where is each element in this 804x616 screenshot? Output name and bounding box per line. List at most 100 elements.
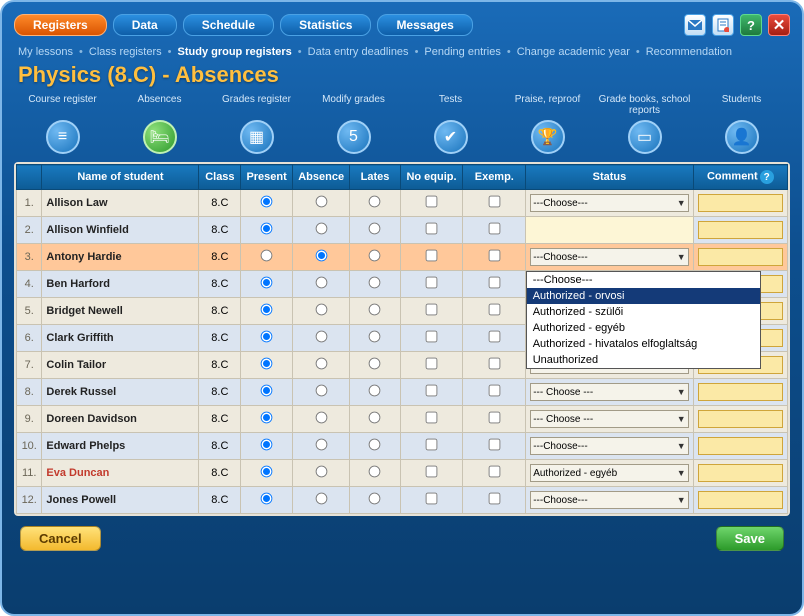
absence-radio[interactable] [315,331,327,343]
exemp-checkbox[interactable] [488,385,500,397]
save-button[interactable]: Save [716,526,784,551]
lates-radio[interactable] [369,304,381,316]
dropdown-option[interactable]: Unauthorized [527,352,760,368]
comment-input[interactable] [698,410,783,428]
exemp-checkbox[interactable] [488,223,500,235]
present-radio[interactable] [261,385,273,397]
present-radio[interactable] [261,412,273,424]
noequip-checkbox[interactable] [426,331,438,343]
exemp-checkbox[interactable] [488,277,500,289]
absence-radio[interactable] [315,439,327,451]
lates-radio[interactable] [369,385,381,397]
tool-praise-reproof[interactable]: Praise, reproof🏆 [499,94,596,154]
absence-radio[interactable] [315,493,327,505]
lates-radio[interactable] [369,358,381,370]
tab-statistics[interactable]: Statistics [280,14,371,36]
noequip-checkbox[interactable] [426,439,438,451]
absence-radio[interactable] [315,250,327,262]
status-select[interactable]: Authorized - egyéb▼ [530,464,688,482]
status-select[interactable]: ---Choose---▼ [530,248,688,266]
tab-registers[interactable]: Registers [14,14,107,36]
comment-input[interactable] [698,221,783,239]
present-radio[interactable] [261,331,273,343]
exemp-checkbox[interactable] [488,196,500,208]
lates-radio[interactable] [369,196,381,208]
lates-radio[interactable] [369,223,381,235]
cancel-button[interactable]: Cancel [20,526,101,551]
close-icon[interactable]: ✕ [768,14,790,36]
tool-modify-grades[interactable]: Modify grades5 [305,94,402,154]
status-select[interactable]: ---Choose---▼ [530,194,688,212]
absence-radio[interactable] [315,196,327,208]
lates-radio[interactable] [369,277,381,289]
exemp-checkbox[interactable] [488,439,500,451]
noequip-checkbox[interactable] [426,466,438,478]
noequip-checkbox[interactable] [426,196,438,208]
comment-input[interactable] [698,194,783,212]
breadcrumb-item[interactable]: Class registers [89,46,162,58]
present-radio[interactable] [261,223,273,235]
comment-input[interactable] [698,464,783,482]
tool-grade-books-school-reports[interactable]: Grade books, school reports▭ [596,94,693,154]
present-radio[interactable] [261,439,273,451]
status-dropdown[interactable]: ---Choose---Authorized - orvosiAuthorize… [526,271,761,369]
present-radio[interactable] [261,466,273,478]
lates-radio[interactable] [369,331,381,343]
present-radio[interactable] [261,196,273,208]
status-select[interactable]: ---Choose---▼ [530,437,688,455]
help-icon[interactable]: ? [760,170,774,184]
noequip-checkbox[interactable] [426,250,438,262]
noequip-checkbox[interactable] [426,277,438,289]
comment-input[interactable] [698,248,783,266]
breadcrumb-item[interactable]: Change academic year [517,46,630,58]
breadcrumb-item[interactable]: My lessons [18,46,73,58]
lates-radio[interactable] [369,466,381,478]
lates-radio[interactable] [369,439,381,451]
dropdown-option[interactable]: Authorized - egyéb [527,320,760,336]
dropdown-option[interactable]: ---Choose--- [527,272,760,288]
tool-course-register[interactable]: Course register≡ [14,94,111,154]
comment-input[interactable] [698,491,783,509]
exemp-checkbox[interactable] [488,358,500,370]
present-radio[interactable] [261,304,273,316]
noequip-checkbox[interactable] [426,304,438,316]
comment-input[interactable] [698,437,783,455]
dropdown-option[interactable]: Authorized - hivatalos elfoglaltság [527,336,760,352]
present-radio[interactable] [261,493,273,505]
present-radio[interactable] [261,250,273,262]
status-select[interactable]: ---Choose---▼ [530,491,688,509]
lates-radio[interactable] [369,493,381,505]
breadcrumb-item[interactable]: Pending entries [424,46,500,58]
breadcrumb-item[interactable]: Study group registers [178,46,292,58]
noequip-checkbox[interactable] [426,385,438,397]
tool-grades-register[interactable]: Grades register▦ [208,94,305,154]
exemp-checkbox[interactable] [488,250,500,262]
lates-radio[interactable] [369,412,381,424]
dropdown-option[interactable]: Authorized - szülői [527,304,760,320]
breadcrumb-item[interactable]: Data entry deadlines [308,46,409,58]
absence-radio[interactable] [315,304,327,316]
status-select[interactable]: --- Choose ---▼ [530,383,688,401]
noequip-checkbox[interactable] [426,223,438,235]
breadcrumb-item[interactable]: Recommendation [646,46,732,58]
exemp-checkbox[interactable] [488,331,500,343]
exemp-checkbox[interactable] [488,304,500,316]
absence-radio[interactable] [315,412,327,424]
tab-schedule[interactable]: Schedule [183,14,274,36]
dropdown-option[interactable]: Authorized - orvosi [527,288,760,304]
absence-radio[interactable] [315,277,327,289]
tab-messages[interactable]: Messages [377,14,472,36]
tool-absences[interactable]: Absences🛏 [111,94,208,154]
noequip-checkbox[interactable] [426,358,438,370]
absence-radio[interactable] [315,385,327,397]
absence-radio[interactable] [315,466,327,478]
tool-tests[interactable]: Tests✔ [402,94,499,154]
absence-radio[interactable] [315,223,327,235]
present-radio[interactable] [261,277,273,289]
comment-input[interactable] [698,383,783,401]
notes-icon[interactable] [712,14,734,36]
lates-radio[interactable] [369,250,381,262]
exemp-checkbox[interactable] [488,466,500,478]
noequip-checkbox[interactable] [426,493,438,505]
help-icon[interactable]: ? [740,14,762,36]
